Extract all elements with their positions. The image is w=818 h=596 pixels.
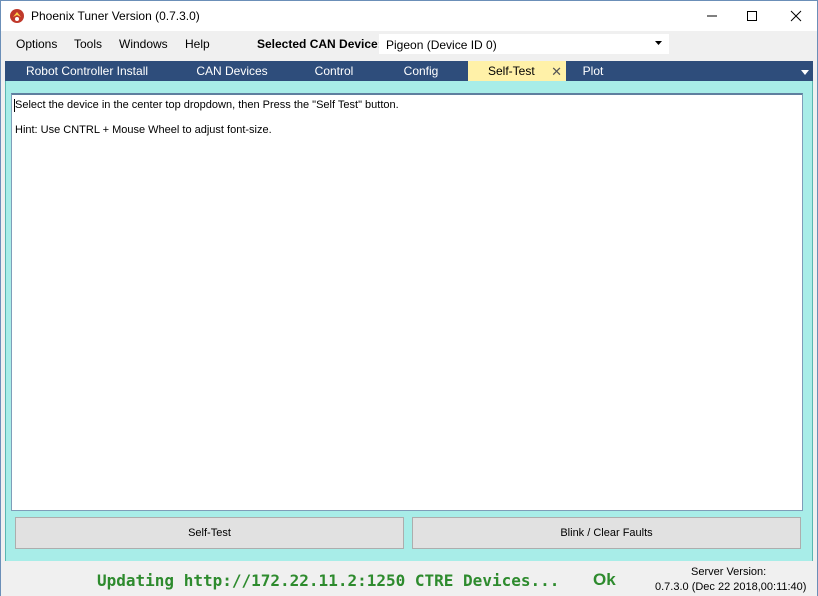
tab-control[interactable]: Control — [301, 61, 367, 81]
close-icon — [790, 10, 802, 22]
tab-config[interactable]: Config — [391, 61, 451, 81]
tab-label: Plot — [582, 64, 604, 78]
maximize-icon — [747, 11, 757, 21]
tab-can-devices[interactable]: CAN Devices — [185, 61, 279, 81]
can-device-label: Selected CAN Device: — [257, 37, 382, 51]
close-tab-icon[interactable]: ✕ — [551, 64, 562, 80]
self-test-button[interactable]: Self-Test — [15, 517, 404, 549]
menu-tools[interactable]: Tools — [74, 37, 102, 51]
can-device-dropdown[interactable]: Pigeon (Device ID 0) — [379, 34, 669, 54]
server-version-value: 0.7.3.0 (Dec 22 2018,00:11:40) — [655, 581, 807, 593]
app-window: Phoenix Tuner Version (0.7.3.0) Options … — [0, 0, 818, 596]
dropdown-arrow-icon — [655, 41, 662, 45]
close-button[interactable] — [773, 1, 818, 31]
tab-label: CAN Devices — [196, 64, 268, 78]
tab-plot[interactable]: Plot — [571, 61, 615, 81]
self-test-output[interactable]: Select the device in the center top drop… — [11, 93, 803, 511]
status-bar: Updating http://172.22.11.2:1250 CTRE De… — [1, 563, 817, 596]
minimize-icon — [707, 15, 717, 17]
hint-text: Hint: Use CNTRL + Mouse Wheel to adjust … — [15, 124, 272, 136]
tab-strip: Robot Controller Install CAN Devices Con… — [5, 61, 813, 81]
status-ok-text: Ok — [593, 570, 616, 589]
tab-overflow-icon[interactable] — [801, 70, 809, 75]
instruction-text: Select the device in the center top drop… — [15, 99, 399, 111]
blink-clear-faults-button[interactable]: Blink / Clear Faults — [412, 517, 801, 549]
tab-label: Config — [403, 64, 439, 78]
menu-options[interactable]: Options — [16, 37, 57, 51]
connection-status-text: Updating http://172.22.11.2:1250 CTRE De… — [97, 571, 560, 590]
menu-windows[interactable]: Windows — [119, 37, 168, 51]
window-title: Phoenix Tuner Version (0.7.3.0) — [31, 9, 200, 23]
phoenix-app-icon — [10, 9, 24, 23]
can-device-value: Pigeon (Device ID 0) — [386, 38, 497, 52]
tab-label: Control — [314, 64, 354, 78]
tab-robot-controller-install[interactable]: Robot Controller Install — [19, 61, 155, 81]
menu-help[interactable]: Help — [185, 37, 210, 51]
tab-label: Robot Controller Install — [25, 64, 149, 78]
server-version-label: Server Version: — [691, 566, 767, 578]
tab-self-test[interactable]: Self-Test ✕ — [468, 61, 566, 81]
maximize-button[interactable] — [729, 1, 775, 31]
title-bar: Phoenix Tuner Version (0.7.3.0) — [1, 1, 817, 31]
tab-label: Self-Test — [488, 64, 535, 78]
